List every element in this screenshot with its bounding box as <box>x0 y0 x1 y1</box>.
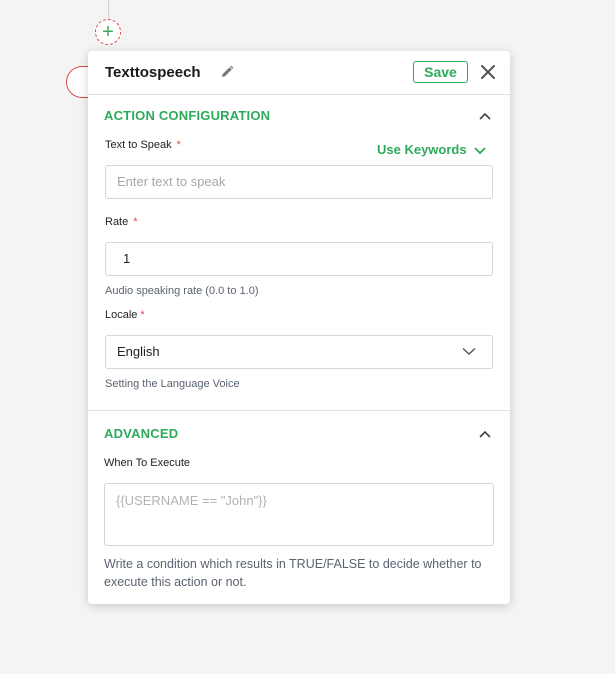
text-to-speak-placeholder: Enter text to speak <box>117 174 226 189</box>
chevron-up-icon[interactable] <box>478 429 492 439</box>
add-step-button[interactable]: + <box>95 19 121 45</box>
rate-label: Rate * <box>105 216 138 228</box>
locale-label: Locale * <box>105 309 145 321</box>
text-to-speak-input[interactable]: Enter text to speak <box>105 165 493 199</box>
save-button[interactable]: Save <box>413 61 468 83</box>
required-mark: * <box>176 139 181 151</box>
rate-input[interactable]: 1 <box>105 242 493 276</box>
chevron-down-icon <box>462 347 476 356</box>
plus-icon: + <box>102 21 114 43</box>
use-keywords-toggle[interactable]: Use Keywords <box>377 142 486 157</box>
when-to-execute-helper: Write a condition which results in TRUE/… <box>104 557 482 589</box>
locale-helper: Setting the Language Voice <box>105 378 240 390</box>
panel-title: Texttospeech <box>105 64 201 81</box>
when-to-execute-placeholder: {{USERNAME == "John"}} <box>116 493 267 508</box>
flow-connector-line <box>108 0 109 18</box>
advanced-heading: ADVANCED <box>104 426 179 441</box>
text-to-speak-label: Text to Speak * <box>105 139 181 151</box>
close-icon[interactable] <box>480 64 496 80</box>
locale-selected-value: English <box>117 344 160 359</box>
pencil-icon[interactable] <box>220 65 234 79</box>
required-mark: * <box>140 309 145 321</box>
when-to-execute-label: When To Execute <box>104 457 191 469</box>
rate-value: 1 <box>123 251 131 266</box>
chevron-down-icon <box>474 147 486 155</box>
panel-header: Texttospeech Save <box>88 51 510 95</box>
action-config-panel: Texttospeech Save ACTION CONFIGURATION T… <box>88 51 510 604</box>
when-to-execute-textarea[interactable]: {{USERNAME == "John"}} <box>104 483 494 546</box>
locale-select[interactable]: English <box>105 335 493 369</box>
rate-helper: Audio speaking rate (0.0 to 1.0) <box>105 285 259 297</box>
section-divider <box>88 410 510 411</box>
chevron-up-icon[interactable] <box>478 111 492 121</box>
action-configuration-heading: ACTION CONFIGURATION <box>104 108 271 123</box>
required-mark: * <box>133 216 138 228</box>
